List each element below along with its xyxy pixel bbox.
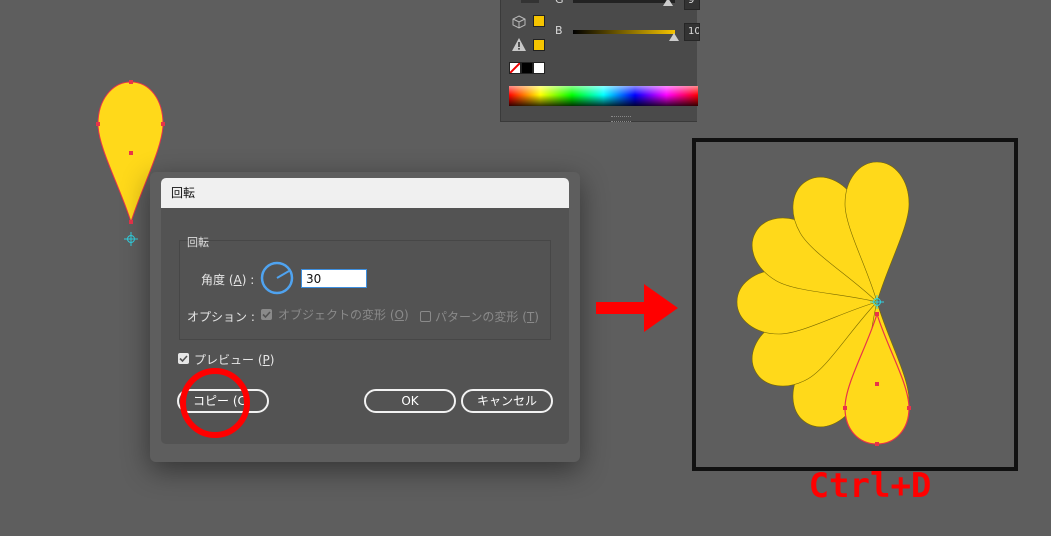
transform-patterns-text: パターンの変形 ( — [435, 310, 527, 324]
rotate-group-title: 回転 — [187, 236, 209, 249]
cube-icon[interactable] — [512, 14, 526, 33]
transform-objects-text: オブジェクトの変形 ( — [278, 308, 395, 322]
anchor-point-bottom — [129, 220, 133, 224]
angle-input[interactable] — [301, 269, 367, 288]
g-slider-thumb[interactable] — [663, 0, 673, 6]
warning-icon[interactable] — [511, 37, 527, 56]
ok-button-label: OK — [401, 394, 419, 408]
g-value-field[interactable]: 9 — [684, 0, 700, 10]
b-channel-slider[interactable] — [573, 30, 675, 34]
color-spectrum-ramp[interactable] — [509, 86, 698, 106]
rotation-pivot-icon — [124, 232, 138, 246]
rotated-petals-artwork — [736, 161, 911, 446]
angle-label-suffix: ) : — [241, 273, 255, 287]
center-point — [129, 151, 133, 155]
none-swatch[interactable] — [509, 62, 521, 74]
angle-dial-icon[interactable] — [260, 261, 296, 297]
transform-patterns-suffix: ) — [534, 310, 539, 324]
preview-checkbox[interactable] — [178, 353, 189, 364]
anchor-point-left — [96, 122, 100, 126]
cancel-button[interactable]: キャンセル — [461, 389, 553, 413]
highlight-circle — [180, 368, 250, 438]
panel-resize-grip[interactable] — [611, 116, 631, 122]
right-arrow-icon — [596, 284, 678, 332]
g-channel-label: G — [555, 0, 564, 6]
shortcut-annotation: Ctrl+D — [808, 466, 932, 506]
rotate-group-box — [179, 240, 551, 340]
dialog-title-bar[interactable]: 回転 — [161, 178, 569, 208]
preview-suffix: ) — [269, 353, 275, 367]
angle-label: 角度 (A) : — [201, 271, 254, 288]
gamut-color-swatch[interactable] — [533, 39, 545, 51]
ok-button[interactable]: OK — [364, 389, 456, 413]
anchor-point-right — [161, 122, 165, 126]
transform-patterns-label: パターンの変形 (T) — [435, 308, 539, 325]
angle-label-key: A — [233, 273, 242, 287]
b-value-field[interactable]: 10 — [684, 23, 700, 41]
panel-top-strip — [521, 0, 539, 3]
anchor-point-top — [129, 80, 133, 84]
g-channel-slider[interactable] — [573, 0, 675, 3]
white-swatch[interactable] — [533, 62, 545, 74]
cube-color-swatch[interactable] — [533, 15, 545, 27]
transform-objects-checkbox[interactable] — [261, 309, 272, 320]
angle-label-prefix: 角度 ( — [201, 273, 234, 287]
transform-objects-label: オブジェクトの変形 (O) — [278, 306, 409, 323]
transform-objects-suffix: ) — [403, 308, 409, 322]
transform-patterns-checkbox[interactable] — [420, 311, 431, 322]
dialog-title: 回転 — [171, 186, 196, 200]
transform-objects-key: O — [394, 308, 404, 322]
cancel-button-label: キャンセル — [476, 394, 537, 408]
options-label: オプション : — [187, 310, 255, 324]
preview-key: P — [262, 353, 270, 367]
b-channel-label: B — [555, 24, 563, 37]
color-panel: G 9 B 10 — [500, 0, 700, 122]
black-swatch[interactable] — [521, 62, 533, 74]
b-slider-thumb[interactable] — [669, 33, 679, 41]
